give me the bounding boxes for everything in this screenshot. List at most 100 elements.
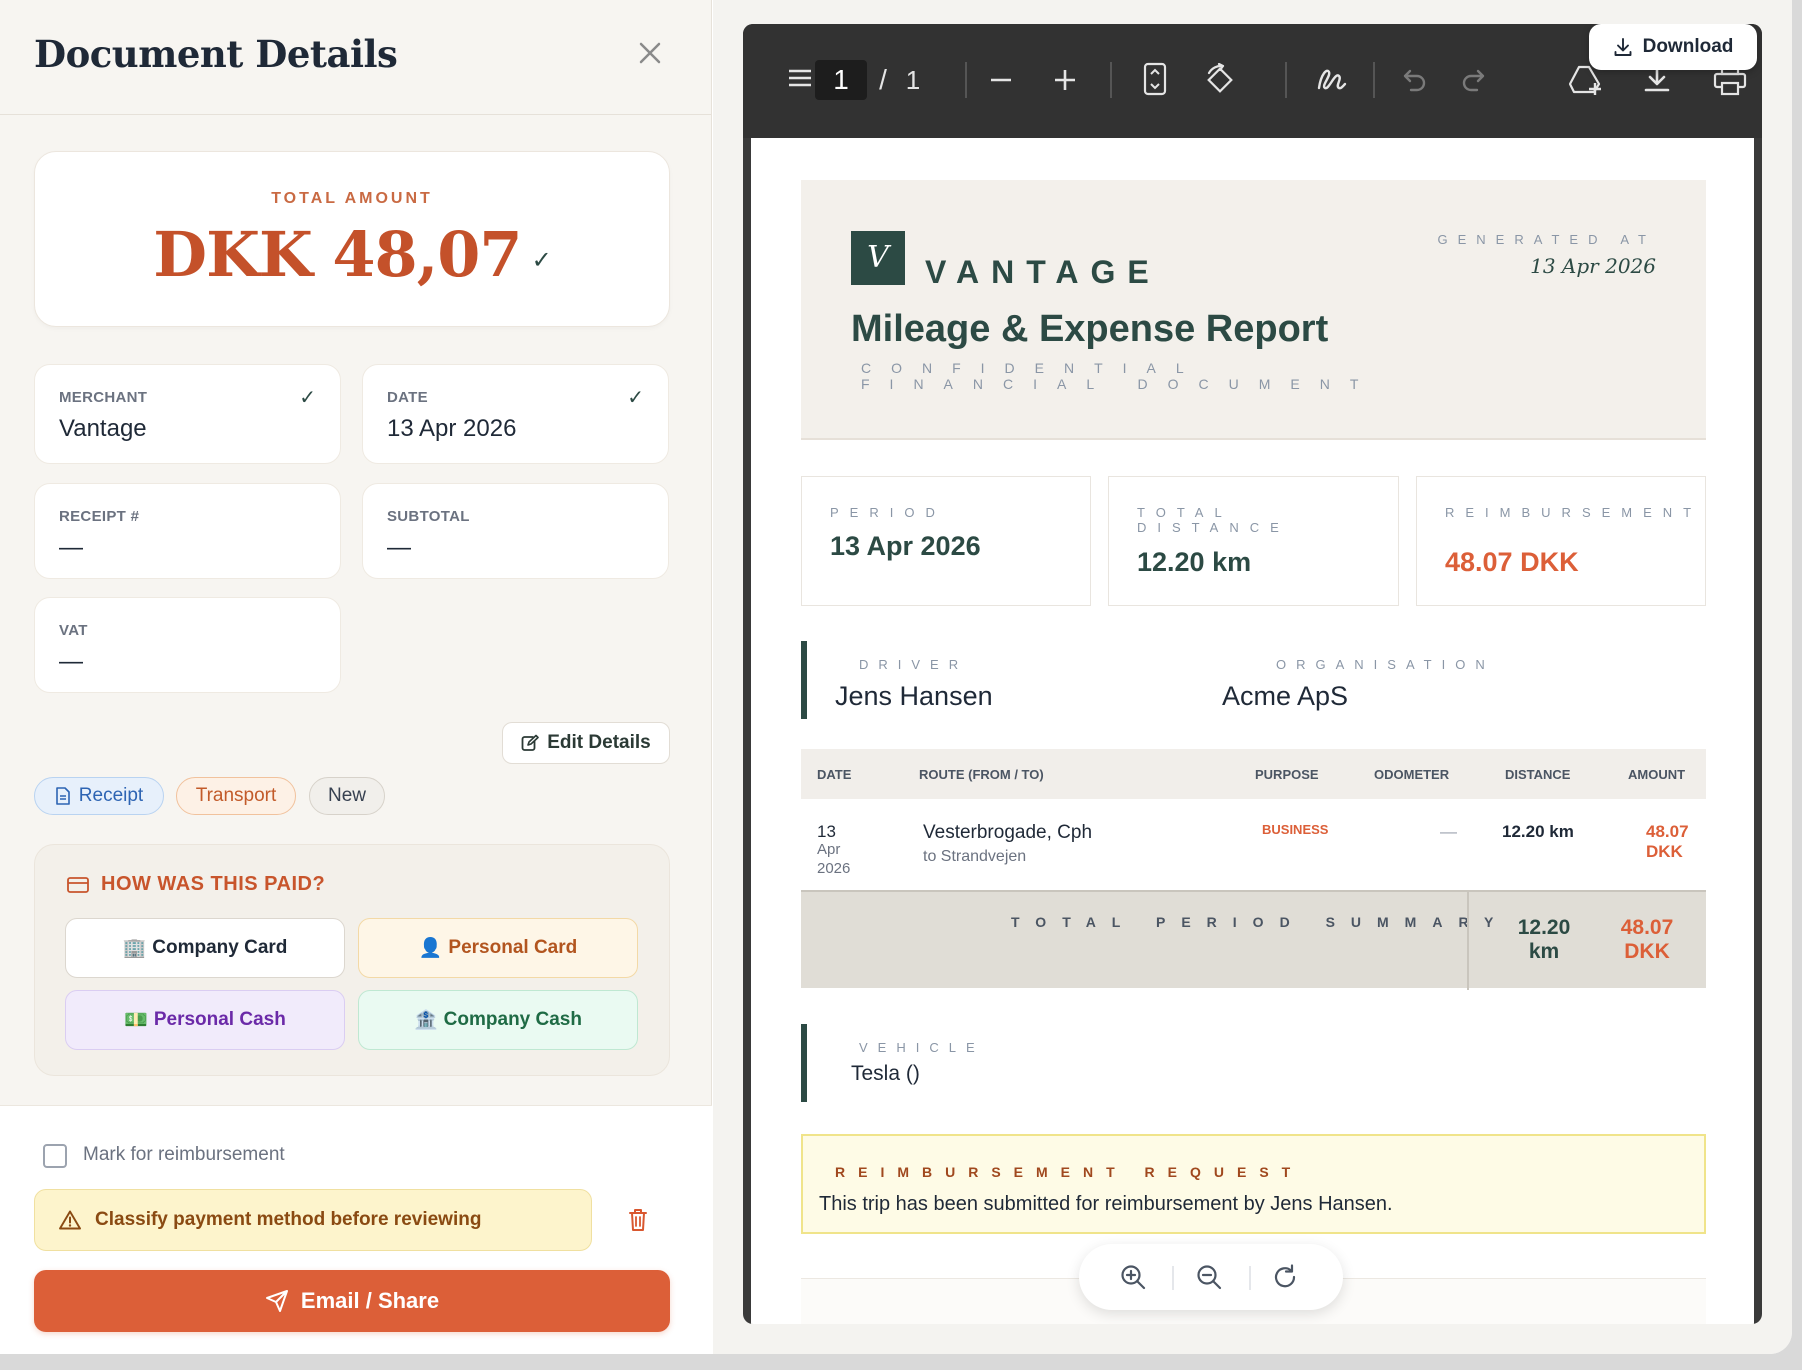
personal-cash-label: Personal Cash: [153, 1009, 286, 1030]
company-card-button[interactable]: 🏢 Company Card: [65, 918, 345, 978]
zoom-out-icon[interactable]: [1195, 1263, 1223, 1291]
toolbar-divider: [1373, 62, 1375, 98]
generated-label: GENERATED AT: [1437, 232, 1656, 247]
date-value: 13 Apr 2026: [387, 415, 517, 442]
row-date-day: 13: [817, 822, 836, 841]
rotate-icon[interactable]: [1203, 63, 1237, 97]
personal-card-button[interactable]: 👤 Personal Card: [358, 918, 638, 978]
brand-logo: V: [851, 231, 905, 285]
edit-details-button[interactable]: Edit Details: [502, 722, 670, 764]
date-label: DATE: [387, 389, 428, 406]
vat-value: —: [59, 648, 83, 675]
page-total: 1: [905, 65, 921, 95]
reimbursement-label[interactable]: Mark for reimbursement: [83, 1144, 285, 1166]
tag-receipt[interactable]: Receipt: [34, 777, 164, 815]
col-purpose: PURPOSE: [1255, 767, 1319, 782]
reimbursement-checkbox[interactable]: [43, 1144, 67, 1168]
zoom-out-icon[interactable]: [987, 66, 1017, 94]
zoom-in-icon[interactable]: [1119, 1263, 1147, 1291]
summary-row: TOTAL PERIOD SUMMARY 12.20 km 48.07 DKK: [801, 890, 1706, 990]
request-text: This trip has been submitted for reimbur…: [819, 1193, 1393, 1215]
row-distance: 12.20 km: [1502, 822, 1574, 841]
pdf-viewer: 1 / 1 Download V VANTAGE GENERATED AT 13…: [743, 24, 1762, 1324]
edit-details-label: Edit Details: [547, 732, 651, 753]
total-amount-label: TOTAL AMOUNT: [271, 190, 433, 207]
tag-receipt-label: Receipt: [78, 785, 144, 806]
zoom-divider: [1172, 1266, 1174, 1290]
table-header: DATE ROUTE (FROM / TO) PURPOSE ODOMETER …: [801, 749, 1706, 799]
document-icon: [55, 787, 70, 805]
receipt-number-value: —: [59, 534, 83, 561]
total-amount-card: TOTAL AMOUNT DKK 48,07 ✓: [34, 151, 670, 327]
toolbar-divider: [1110, 62, 1112, 98]
pdf-toolbar: 1 / 1 Download: [743, 24, 1762, 138]
page-separator: /: [879, 64, 887, 95]
document-preview: 1 / 1 Download V VANTAGE GENERATED AT 13…: [713, 0, 1792, 1354]
tag-new-label: New: [327, 785, 366, 806]
merchant-field[interactable]: MERCHANT ✓ Vantage: [34, 364, 341, 464]
stat-distance-value: 12.20 km: [1137, 547, 1252, 577]
subtotal-field[interactable]: SUBTOTAL —: [362, 483, 669, 579]
email-share-label: Email / Share: [300, 1288, 440, 1313]
receipt-number-label: RECEIPT #: [59, 508, 140, 525]
driver-label: DRIVER: [859, 657, 969, 672]
zoom-in-icon[interactable]: [1051, 66, 1081, 94]
check-icon: ✓: [299, 387, 316, 409]
summary-distance-unit: km: [1528, 940, 1560, 963]
page-number-input[interactable]: 1: [815, 60, 867, 100]
close-icon[interactable]: [630, 33, 670, 73]
organisation-value: Acme ApS: [1222, 681, 1349, 711]
check-icon: ✓: [627, 387, 644, 409]
reset-zoom-icon[interactable]: [1271, 1263, 1299, 1291]
draw-icon[interactable]: [1315, 64, 1347, 94]
vat-label: VAT: [59, 622, 88, 639]
download-button[interactable]: Download: [1589, 24, 1757, 70]
row-amount-value: 48.07: [1646, 822, 1689, 841]
accent-bar: [801, 1024, 807, 1102]
col-route: ROUTE (FROM / TO): [919, 767, 1044, 782]
col-amount: AMOUNT: [1628, 767, 1686, 782]
send-icon: [265, 1290, 288, 1312]
tag-transport[interactable]: Transport: [176, 777, 296, 815]
summary-amount-currency: DKK: [1624, 940, 1670, 963]
credit-card-icon: [67, 876, 89, 893]
date-field[interactable]: DATE ✓ 13 Apr 2026: [362, 364, 669, 464]
trash-icon[interactable]: [622, 1204, 654, 1236]
fit-page-icon[interactable]: [1141, 62, 1171, 96]
company-cash-label: Company Cash: [443, 1009, 582, 1030]
company-cash-button[interactable]: 🏦 Company Cash: [358, 990, 638, 1050]
personal-card-label: Personal Card: [448, 937, 578, 958]
building-icon: 🏢: [122, 938, 147, 959]
personal-cash-button[interactable]: 💵 Personal Cash: [65, 990, 345, 1050]
col-distance: DISTANCE: [1505, 767, 1571, 782]
document-details-modal: Document Details TOTAL AMOUNT DKK 48,07 ✓…: [0, 0, 1792, 1354]
generated-date: 13 Apr 2026: [1530, 254, 1656, 278]
toolbar-divider: [1285, 62, 1287, 98]
check-icon: ✓: [531, 246, 552, 274]
tag-new[interactable]: New: [309, 777, 385, 815]
undo-icon[interactable]: [1399, 66, 1429, 94]
email-share-button[interactable]: Email / Share: [34, 1270, 670, 1332]
stat-reimbursement-value: 48.07 DKK: [1445, 547, 1579, 577]
col-odometer: ODOMETER: [1374, 767, 1450, 782]
pdf-page: V VANTAGE GENERATED AT 13 Apr 2026 Milea…: [751, 138, 1754, 1324]
report-header: V VANTAGE GENERATED AT 13 Apr 2026 Milea…: [801, 180, 1706, 440]
menu-icon[interactable]: [787, 66, 817, 90]
vehicle-label: VEHICLE: [859, 1040, 985, 1055]
person-icon: 👤: [418, 938, 443, 959]
cash-icon: 💵: [124, 1010, 148, 1031]
total-amount-text: DKK 48,07: [153, 218, 522, 291]
redo-icon[interactable]: [1461, 66, 1491, 94]
vat-field[interactable]: VAT —: [34, 597, 341, 693]
download-icon: [1614, 38, 1632, 56]
stat-distance-label: TOTAL DISTANCE: [1137, 505, 1290, 535]
reimbursement-request-box: REIMBURSEMENT REQUEST This trip has been…: [801, 1134, 1706, 1234]
tag-transport-label: Transport: [195, 785, 277, 806]
receipt-number-field[interactable]: RECEIPT # —: [34, 483, 341, 579]
total-amount-value: DKK 48,07 ✓: [35, 218, 669, 291]
report-subtitle: CONFIDENTIAL FINANCIAL DOCUMENT: [861, 360, 1379, 392]
warning-text: Classify payment method before reviewing: [95, 1209, 482, 1230]
stat-reimbursement-label: REIMBURSEMENT: [1445, 505, 1703, 520]
report-title: Mileage & Expense Report: [851, 308, 1329, 350]
zoom-divider: [1249, 1266, 1251, 1290]
